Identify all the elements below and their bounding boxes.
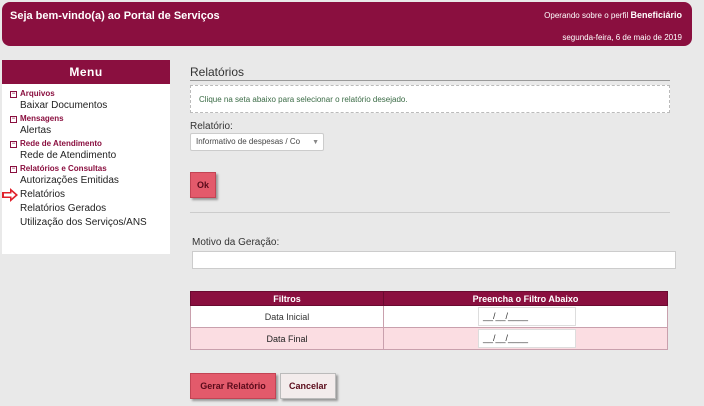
data-final-input[interactable]: __/__/____ xyxy=(478,329,576,348)
collapse-icon[interactable]: − xyxy=(10,91,17,98)
sidebar-item-alertas[interactable]: Alertas xyxy=(2,124,170,138)
relatorio-selected-value: Informativo de despesas / Co xyxy=(196,137,301,146)
title-divider xyxy=(190,80,670,81)
preencha-header: Preencha o Filtro Abaixo xyxy=(383,291,668,306)
section-relatorios-consultas[interactable]: − Relatórios e Consultas xyxy=(2,163,170,174)
info-box: Clique na seta abaixo para selecionar o … xyxy=(190,85,670,113)
relatorio-label: Relatório: xyxy=(190,121,233,132)
arrow-right-icon xyxy=(2,188,18,202)
sidebar-item-autorizacoes[interactable]: Autorizações Emitidas xyxy=(2,174,170,188)
sidebar-item-rede-atendimento[interactable]: Rede de Atendimento xyxy=(2,149,170,163)
welcome-text: Seja bem-vindo(a) ao Portal de Serviços xyxy=(10,10,220,22)
perfil-name: Beneficiário xyxy=(630,10,682,20)
gerar-relatorio-button[interactable]: Gerar Relatório xyxy=(190,373,276,399)
sidebar-item-relatorios-gerados[interactable]: Relatórios Gerados xyxy=(2,202,170,216)
sidebar-menu: Menu − Arquivos Baixar Documentos − Mensag… xyxy=(2,60,170,254)
sidebar-item-baixar-documentos[interactable]: Baixar Documentos xyxy=(2,99,170,113)
table-row: Data Inicial __/__/____ xyxy=(190,305,668,328)
collapse-icon[interactable]: − xyxy=(10,116,17,123)
data-final-label: Data Final xyxy=(190,327,384,350)
sidebar-item-relatorios[interactable]: Relatórios xyxy=(2,188,170,202)
page-title: Relatórios xyxy=(190,65,245,79)
info-text: Clique na seta abaixo para selecionar o … xyxy=(199,95,408,104)
section-rede[interactable]: − Rede de Atendimento xyxy=(2,138,170,149)
data-inicial-label: Data Inicial xyxy=(190,305,384,328)
chevron-down-icon[interactable]: ▼ xyxy=(312,135,319,151)
perfil-prefix: Operando sobre o perfil xyxy=(544,11,629,20)
relatorio-select[interactable]: Informativo de despesas / Co ▼ xyxy=(190,133,324,151)
data-final-cell: __/__/____ xyxy=(383,327,668,350)
sidebar-item-utilizacao[interactable]: Utilização dos Serviços/ANS xyxy=(2,216,170,230)
motivo-input[interactable] xyxy=(192,251,676,269)
collapse-icon[interactable]: − xyxy=(10,166,17,173)
filters-table: Filtros Preencha o Filtro Abaixo Data In… xyxy=(190,291,668,350)
table-row: Data Final __/__/____ xyxy=(190,327,668,350)
perfil-info: Operando sobre o perfil Beneficiário xyxy=(544,10,682,20)
ok-button[interactable]: Ok xyxy=(190,172,216,198)
section-divider xyxy=(190,212,670,213)
sidebar-item-relatorios-row: Relatórios xyxy=(2,188,170,202)
menu-title: Menu xyxy=(2,60,170,84)
section-arquivos[interactable]: − Arquivos xyxy=(2,88,170,99)
data-inicial-input[interactable]: __/__/____ xyxy=(478,307,576,326)
section-mensagens[interactable]: − Mensagens xyxy=(2,113,170,124)
cancelar-button[interactable]: Cancelar xyxy=(280,373,336,399)
collapse-icon[interactable]: − xyxy=(10,141,17,148)
current-date: segunda-feira, 6 de maio de 2019 xyxy=(562,33,682,42)
header-banner: Seja bem-vindo(a) ao Portal de Serviços … xyxy=(2,2,692,46)
motivo-label: Motivo da Geração: xyxy=(192,237,280,248)
data-inicial-cell: __/__/____ xyxy=(383,305,668,328)
filtros-header: Filtros xyxy=(190,291,384,306)
